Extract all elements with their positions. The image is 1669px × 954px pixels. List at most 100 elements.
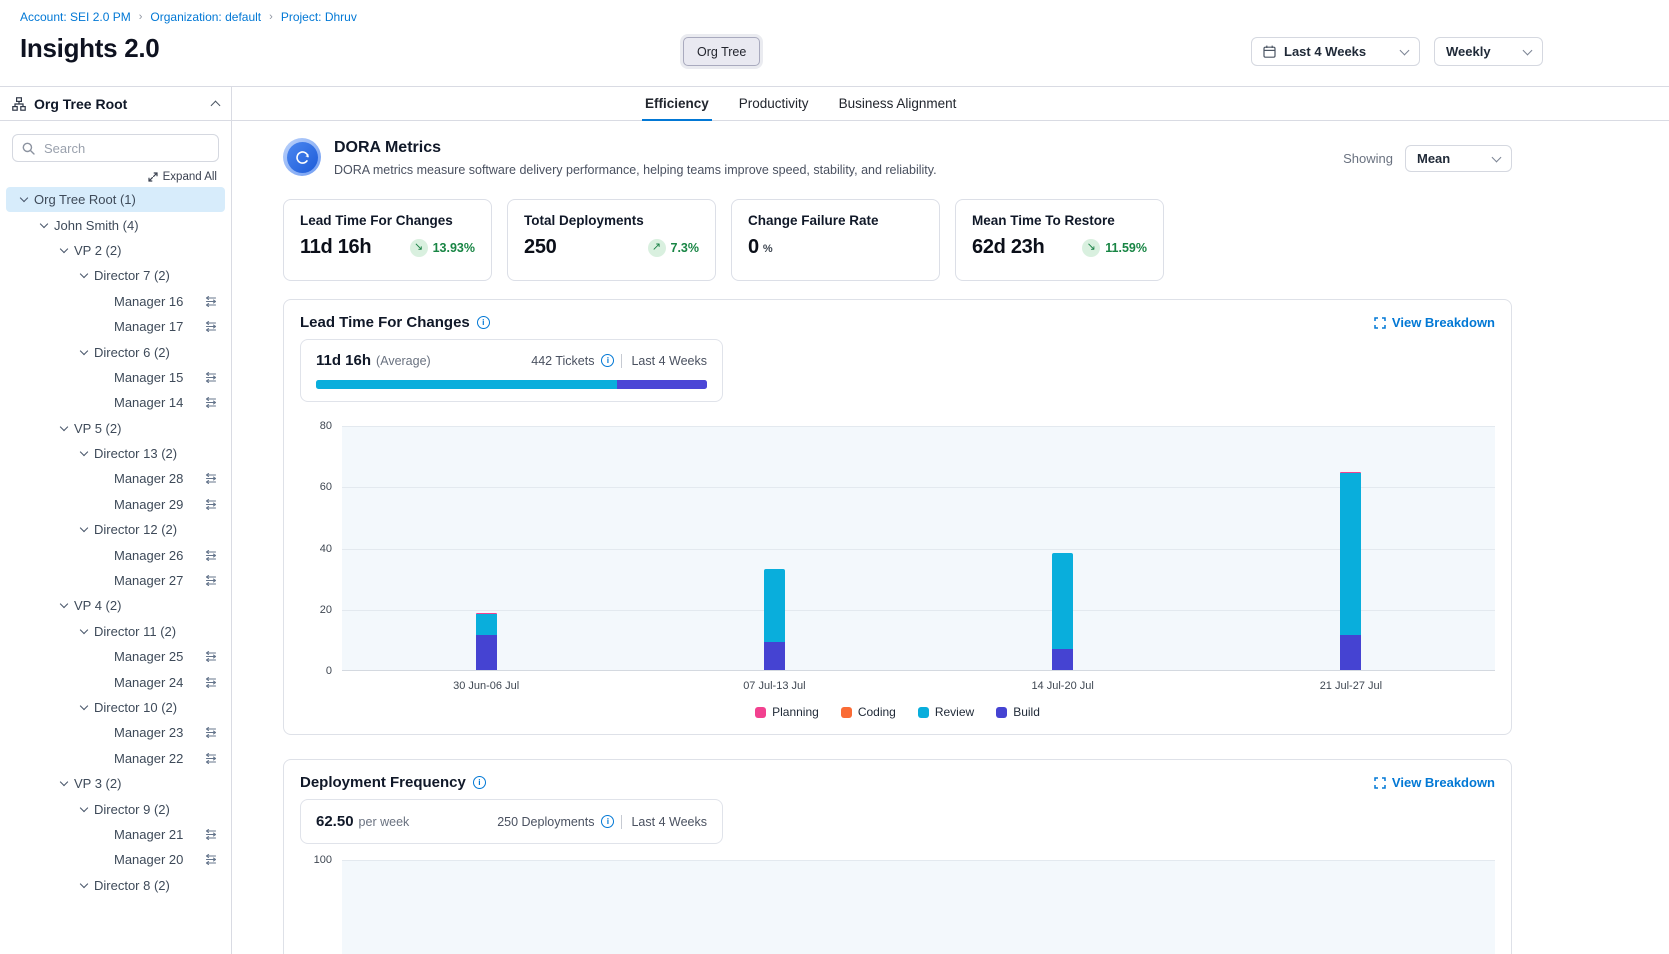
tree-chevron-down-icon[interactable] <box>74 706 94 709</box>
expand-all-link[interactable]: Expand All <box>148 171 217 183</box>
tree-chevron-down-icon[interactable] <box>14 198 34 201</box>
filter-icon[interactable] <box>205 829 217 840</box>
legend-item-build[interactable]: Build <box>996 705 1040 719</box>
tree-item[interactable]: Director 10 (2) <box>6 695 225 720</box>
tree-chevron-down-icon[interactable] <box>74 884 94 887</box>
bar-segment-build[interactable] <box>476 635 497 670</box>
tree-chevron-down-icon[interactable] <box>34 224 54 227</box>
stacked-bar[interactable] <box>1340 472 1361 670</box>
tree-item[interactable]: Manager 23 <box>6 720 225 745</box>
filter-icon[interactable] <box>205 296 217 307</box>
tree-item[interactable]: Manager 20 <box>6 847 225 872</box>
bar-segment-build[interactable] <box>1052 649 1073 670</box>
tree-chevron-down-icon[interactable] <box>74 630 94 633</box>
filter-icon[interactable] <box>205 372 217 383</box>
bar-segment-review[interactable] <box>764 569 785 642</box>
collapse-sidebar-icon[interactable] <box>211 100 221 110</box>
tree-chevron-down-icon[interactable] <box>74 528 94 531</box>
bar-segment-review[interactable] <box>1340 473 1361 634</box>
stacked-bar[interactable] <box>476 613 497 670</box>
tab-efficiency[interactable]: Efficiency <box>642 87 712 120</box>
tree-item[interactable]: Director 13 (2) <box>6 441 225 466</box>
filter-icon[interactable] <box>205 473 217 484</box>
info-icon[interactable]: i <box>473 776 486 789</box>
tickets-count: 442 Tickets <box>531 354 594 368</box>
tree-item[interactable]: VP 4 (2) <box>6 593 225 618</box>
tree-chevron-down-icon[interactable] <box>54 782 74 785</box>
tree-chevron-down-icon[interactable] <box>74 351 94 354</box>
stage-distribution-bar[interactable] <box>316 380 707 389</box>
tree-item[interactable]: VP 5 (2) <box>6 416 225 441</box>
filter-icon[interactable] <box>205 321 217 332</box>
tree-item[interactable]: Manager 17 <box>6 314 225 339</box>
info-icon[interactable]: i <box>601 354 614 367</box>
tree-item[interactable]: Manager 27 <box>6 568 225 593</box>
breadcrumb-link[interactable]: Organization: default <box>150 10 261 24</box>
legend-item-review[interactable]: Review <box>918 705 974 719</box>
tree-item[interactable]: Director 6 (2) <box>6 339 225 364</box>
bar-segment-review[interactable] <box>1052 553 1073 649</box>
tree-item[interactable]: Org Tree Root (1) <box>6 187 225 212</box>
tree-chevron-down-icon[interactable] <box>54 604 74 607</box>
tree-item[interactable]: Director 12 (2) <box>6 517 225 542</box>
breadcrumb-link[interactable]: Project: Dhruv <box>281 10 357 24</box>
tree-item[interactable]: Manager 24 <box>6 669 225 694</box>
tree-item[interactable]: Manager 14 <box>6 390 225 415</box>
filter-icon[interactable] <box>205 499 217 510</box>
trend-down-arrow-icon: ↘ <box>1082 239 1100 257</box>
tree-chevron-down-icon[interactable] <box>74 274 94 277</box>
filter-icon[interactable] <box>205 727 217 738</box>
showing-label: Showing <box>1343 151 1393 166</box>
legend-item-coding[interactable]: Coding <box>841 705 896 719</box>
filter-icon[interactable] <box>205 677 217 688</box>
filter-icon[interactable] <box>205 854 217 865</box>
filter-icon[interactable] <box>205 753 217 764</box>
tree-item[interactable]: Director 8 (2) <box>6 873 225 898</box>
info-icon[interactable]: i <box>477 316 490 329</box>
metric-card: Total Deployments250↗7.3% <box>507 199 716 281</box>
bar-segment-build[interactable] <box>1340 635 1361 670</box>
tree-chevron-down-icon[interactable] <box>54 427 74 430</box>
bar-segment-build[interactable] <box>764 642 785 670</box>
info-icon[interactable]: i <box>601 815 614 828</box>
granularity-select[interactable]: Weekly <box>1434 37 1543 66</box>
filter-icon[interactable] <box>205 651 217 662</box>
tab-business-alignment[interactable]: Business Alignment <box>836 87 960 120</box>
tree-item[interactable]: Manager 26 <box>6 542 225 567</box>
breadcrumb-link[interactable]: Account: SEI 2.0 PM <box>20 10 131 24</box>
showing-select[interactable]: Mean <box>1405 145 1512 172</box>
org-tree-button[interactable]: Org Tree <box>683 37 760 66</box>
tree-item[interactable]: VP 2 (2) <box>6 238 225 263</box>
metric-delta-value: 11.59% <box>1105 241 1147 255</box>
tree-chevron-down-icon[interactable] <box>74 452 94 455</box>
legend-item-planning[interactable]: Planning <box>755 705 819 719</box>
date-range-select[interactable]: Last 4 Weeks <box>1251 37 1420 66</box>
tree-item[interactable]: John Smith (4) <box>6 212 225 237</box>
filter-icon[interactable] <box>205 550 217 561</box>
breadcrumb-separator-icon: › <box>139 11 143 23</box>
tab-productivity[interactable]: Productivity <box>736 87 812 120</box>
tree-item[interactable]: Director 11 (2) <box>6 619 225 644</box>
stacked-bar[interactable] <box>764 569 785 670</box>
tree-item[interactable]: Manager 22 <box>6 746 225 771</box>
tree-item[interactable]: VP 3 (2) <box>6 771 225 796</box>
search-input[interactable] <box>42 140 209 157</box>
filter-icon[interactable] <box>205 397 217 408</box>
tree-chevron-down-icon[interactable] <box>74 808 94 811</box>
tree-item[interactable]: Manager 15 <box>6 365 225 390</box>
tree-item[interactable]: Manager 21 <box>6 822 225 847</box>
tree-item[interactable]: Manager 25 <box>6 644 225 669</box>
tree-item[interactable]: Manager 29 <box>6 492 225 517</box>
lead-time-view-breakdown-link[interactable]: View Breakdown <box>1374 315 1495 330</box>
tree-item-label: Director 11 (2) <box>94 624 176 639</box>
tree-item[interactable]: Director 9 (2) <box>6 796 225 821</box>
filter-icon[interactable] <box>205 575 217 586</box>
stacked-bar[interactable] <box>1052 553 1073 670</box>
tree-item[interactable]: Manager 28 <box>6 466 225 491</box>
deployment-view-breakdown-link[interactable]: View Breakdown <box>1374 775 1495 790</box>
tree-item[interactable]: Manager 16 <box>6 289 225 314</box>
tree-chevron-down-icon[interactable] <box>54 249 74 252</box>
tree-item[interactable]: Director 7 (2) <box>6 263 225 288</box>
metric-card: Mean Time To Restore62d 23h↘11.59% <box>955 199 1164 281</box>
bar-segment-review[interactable] <box>476 614 497 635</box>
